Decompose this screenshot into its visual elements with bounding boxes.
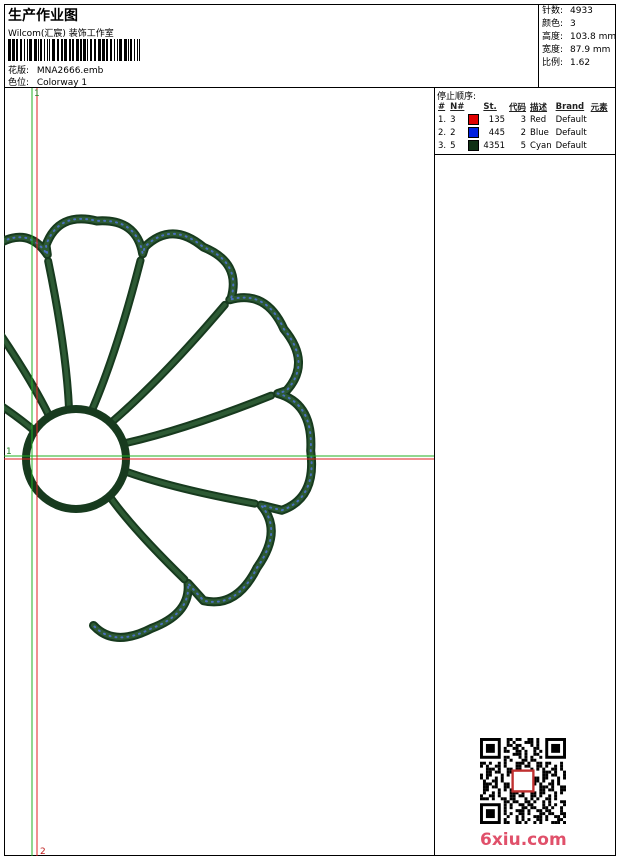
row-needle: 3 <box>450 114 456 125</box>
row-code: 3 <box>520 114 527 125</box>
colorway-value: Colorway 1 <box>36 78 88 88</box>
row-index: 3. <box>438 140 447 151</box>
row-needle: 2 <box>450 127 456 138</box>
row-code: 5 <box>520 140 527 151</box>
qr-code-icon <box>480 738 566 824</box>
guide-label-horizontal: 1 <box>6 447 12 457</box>
row-needle: 5 <box>450 140 456 151</box>
colorway-label: 色位: <box>8 78 30 88</box>
row-index: 1. <box>438 114 447 125</box>
table-row: 3. 5 4351 5 Cyan Default <box>436 139 610 152</box>
row-brand: Default <box>555 127 587 138</box>
row-code: 2 <box>520 127 527 138</box>
stop-sequence-table: # N# St. 代码 描述 Brand 元素 1. 3 135 3 Red Defaul… <box>436 100 610 152</box>
row-color-swatch <box>466 126 481 139</box>
col-color <box>466 100 481 113</box>
col-needle: N# <box>450 101 465 112</box>
page-title: 生产作业图 <box>8 8 78 24</box>
col-stitches: St. <box>483 101 497 112</box>
col-code: 代码 <box>509 102 527 113</box>
stat-scale: 比例: 1.62 <box>542 58 591 68</box>
stats-panel: 针数: 4933 颜色: 3 高度: 103.8 mm 宽度: 87.9 mm 比例: 1… <box>538 4 616 87</box>
color-swatch <box>468 140 480 151</box>
row-description: Cyan <box>530 140 552 151</box>
row-stitches: 445 <box>488 127 506 138</box>
row-element <box>589 113 610 126</box>
table-row: 1. 3 135 3 Red Default <box>436 113 610 126</box>
col-brand: Brand <box>555 101 585 112</box>
row-description: Red <box>530 114 547 125</box>
col-description: 描述 <box>530 102 548 113</box>
company-name: Wilcom(汇宸) 装饰工作室 <box>8 29 114 39</box>
stat-height: 高度: 103.8 mm <box>542 32 617 42</box>
stat-colors: 颜色: 3 <box>542 19 576 29</box>
row-color-swatch <box>466 113 481 126</box>
row-index: 2. <box>438 127 447 138</box>
embroidery-preview: 1 1 2 <box>4 88 434 856</box>
col-element: 元素 <box>590 102 608 113</box>
header: 生产作业图 Wilcom(汇宸) 装饰工作室 花版: MNA2666.emb 色… <box>4 4 616 88</box>
color-swatch <box>468 127 480 138</box>
col-index: # <box>438 101 446 112</box>
row-element <box>589 126 610 139</box>
stat-stitches: 针数: 4933 <box>542 6 593 16</box>
petal-rib <box>4 336 52 419</box>
row-description: Blue <box>530 127 549 138</box>
color-swatch <box>468 114 480 125</box>
barcode <box>8 39 144 61</box>
row-element <box>589 139 610 152</box>
watermark-logo: 6xiu.com <box>480 830 567 850</box>
row-stitches: 135 <box>488 114 506 125</box>
table-row: 2. 2 445 2 Blue Default <box>436 126 610 139</box>
row-color-swatch <box>466 139 481 152</box>
design-canvas: 1 1 2 <box>4 88 434 856</box>
colorway-row: 色位: Colorway 1 <box>8 75 87 88</box>
guide-label-vertical-2: 2 <box>40 847 46 856</box>
guide-label-vertical: 1 <box>34 89 40 99</box>
row-brand: Default <box>555 140 587 151</box>
row-stitches: 4351 <box>483 140 506 151</box>
row-brand: Default <box>555 114 587 125</box>
table-divider <box>435 154 616 155</box>
stat-width: 宽度: 87.9 mm <box>542 45 611 55</box>
